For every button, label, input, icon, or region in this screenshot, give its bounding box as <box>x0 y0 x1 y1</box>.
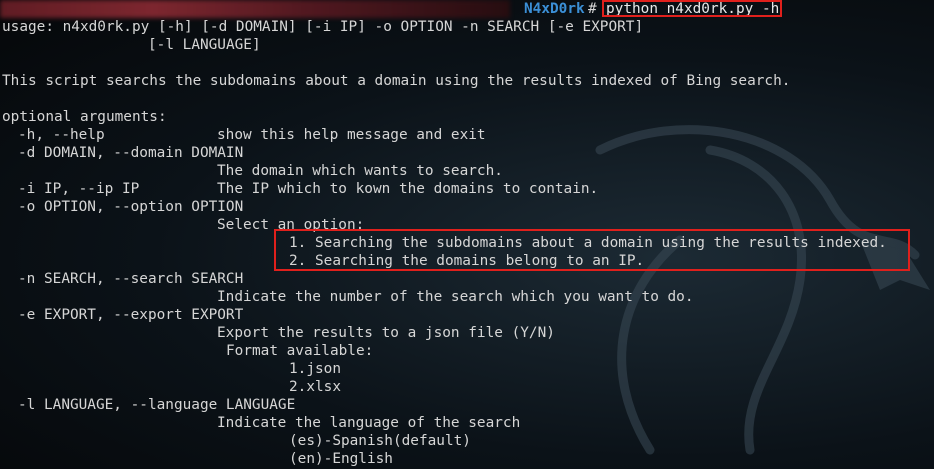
arg-export-formats-label: Format available: <box>226 343 374 359</box>
usage-line-continued: [-l LANGUAGE] <box>148 37 261 53</box>
arg-export-desc: Export the results to a json file (Y/N) <box>217 325 555 341</box>
arg-language-flag: -l LANGUAGE, --language LANGUAGE <box>18 397 296 413</box>
usage-line: usage: n4xd0rk.py [-h] [-d DOMAIN] [-i I… <box>2 19 644 35</box>
optional-arguments-header: optional arguments: <box>2 109 167 125</box>
kali-dragon-icon <box>595 125 930 455</box>
description-text: This script searchs the subdomains about… <box>2 73 791 89</box>
arg-export-flag: -e EXPORT, --export EXPORT <box>18 307 244 323</box>
arg-ip-desc: The IP which to kown the domains to cont… <box>217 181 599 197</box>
arg-help-flag: -h, --help <box>18 127 105 143</box>
arg-search-desc: Indicate the number of the search which … <box>217 289 694 305</box>
arg-search-flag: -n SEARCH, --search SEARCH <box>18 271 244 287</box>
arg-domain-flag: -d DOMAIN, --domain DOMAIN <box>18 145 244 161</box>
command-highlight-box <box>602 0 782 17</box>
terminal-window[interactable]: N4xD0rk # python n4xd0rk.py -h usage: n4… <box>0 0 934 469</box>
arg-help-desc: show this help message and exit <box>217 127 486 143</box>
arg-export-format-2: 2.xlsx <box>289 379 341 395</box>
arg-language-option-2: (en)-English <box>289 451 393 467</box>
prompt-symbol: # <box>588 1 597 17</box>
arg-language-option-1: (es)-Spanish(default) <box>289 433 471 449</box>
arg-domain-desc: The domain which wants to search. <box>217 163 503 179</box>
arg-export-format-1: 1.json <box>289 361 341 377</box>
prompt-user-host-redacted <box>0 0 510 18</box>
options-highlight-box <box>274 229 910 271</box>
arg-option-flag: -o OPTION, --option OPTION <box>18 199 244 215</box>
arg-ip-flag: -i IP, --ip IP <box>18 181 140 197</box>
arg-language-desc: Indicate the language of the search <box>217 415 521 431</box>
prompt-hostname: N4xD0rk <box>524 1 585 17</box>
